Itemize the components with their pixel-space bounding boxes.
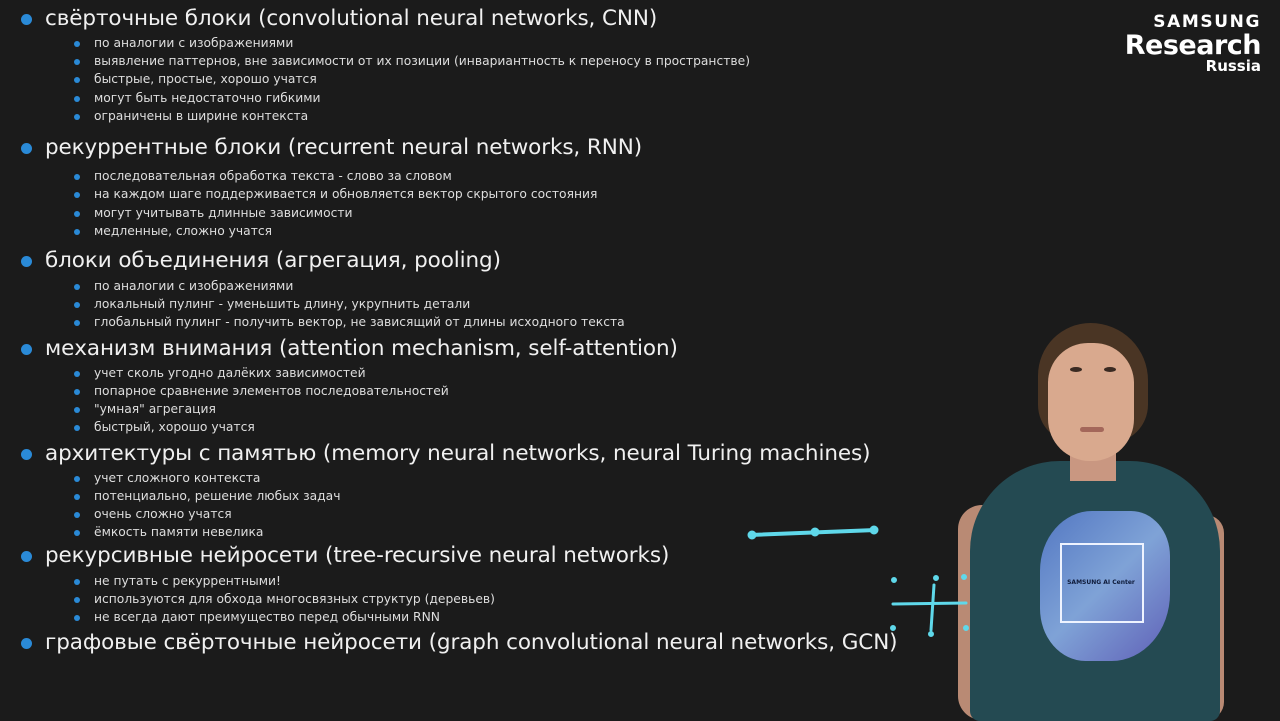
ink-dot — [890, 625, 896, 631]
ink-dot — [928, 631, 934, 637]
ink-annotations — [747, 525, 969, 637]
ink-dot — [747, 530, 757, 540]
ink-dot — [869, 525, 879, 535]
lecture-slide: свёрточные блоки (convolutional neural n… — [0, 0, 1280, 721]
ink-dot — [963, 625, 969, 631]
ink-dot — [810, 527, 820, 537]
ink-line — [891, 601, 968, 606]
ink-dot — [933, 575, 939, 581]
ink-dot — [891, 577, 897, 583]
ink-line — [929, 583, 936, 632]
ink-dot — [961, 574, 967, 580]
